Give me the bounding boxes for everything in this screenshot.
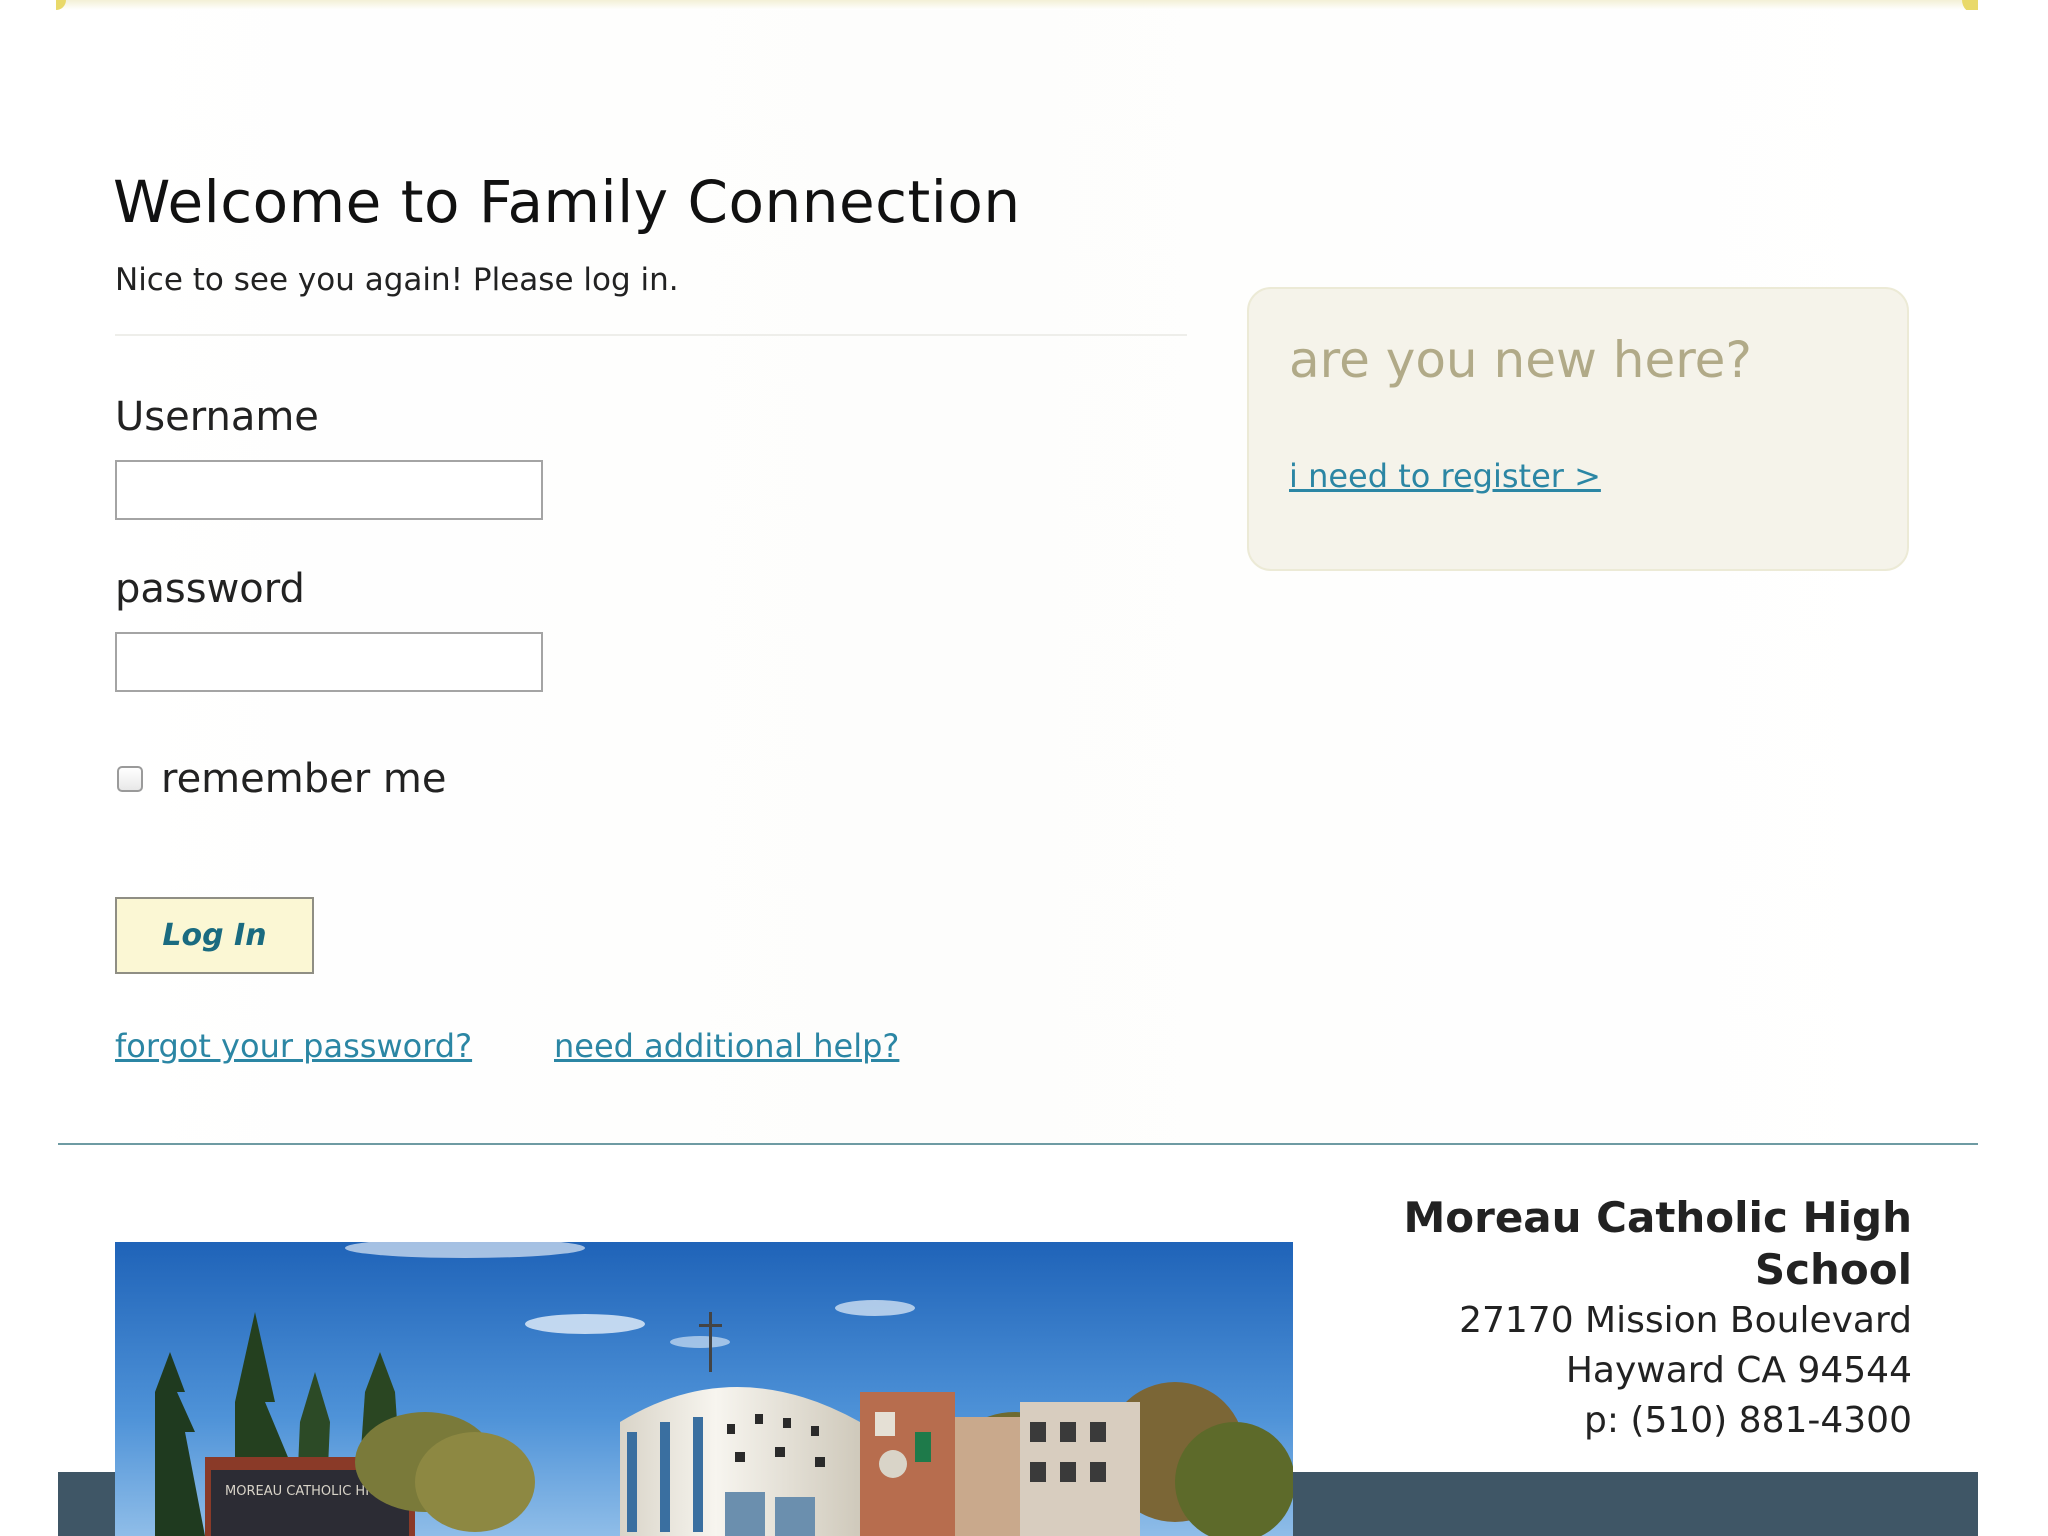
remember-me-checkbox[interactable] [117, 766, 143, 792]
additional-help-link[interactable]: need additional help? [554, 1027, 899, 1065]
page-subtitle: Nice to see you again! Please log in. [115, 262, 679, 298]
password-label: password [115, 566, 305, 612]
new-here-heading: are you new here? [1289, 331, 1752, 389]
log-in-button[interactable]: Log In [115, 897, 314, 974]
school-building-photo: MOREAU CATHOLIC HIGH SCHOOL [115, 1242, 1293, 1536]
new-here-panel: are you new here? i need to register > [1247, 287, 1909, 571]
remember-me-label[interactable]: remember me [161, 756, 446, 802]
header-divider [115, 334, 1187, 336]
username-input[interactable] [115, 460, 543, 520]
school-phone: p: (510) 881-4300 [1584, 1400, 1912, 1441]
school-name: Moreau Catholic High School [1403, 1193, 1912, 1294]
password-input[interactable] [115, 632, 543, 692]
school-address-line1: 27170 Mission Boulevard [1459, 1300, 1912, 1341]
forgot-password-link[interactable]: forgot your password? [115, 1027, 472, 1065]
remember-me-row[interactable]: remember me [117, 756, 446, 802]
school-building-image: MOREAU CATHOLIC HIGH SCHOOL [115, 1242, 1293, 1536]
login-page: Welcome to Family Connection Nice to see… [0, 0, 2048, 1536]
footer-divider [58, 1143, 1978, 1145]
register-link[interactable]: i need to register > [1289, 457, 1601, 495]
page-title: Welcome to Family Connection [113, 168, 1021, 236]
school-contact-block: Moreau Catholic High School 27170 Missio… [1300, 1192, 1912, 1446]
school-address-line2: Hayward CA 94544 [1565, 1350, 1912, 1391]
username-label: Username [115, 394, 319, 440]
top-decor-strip [58, 0, 1978, 10]
